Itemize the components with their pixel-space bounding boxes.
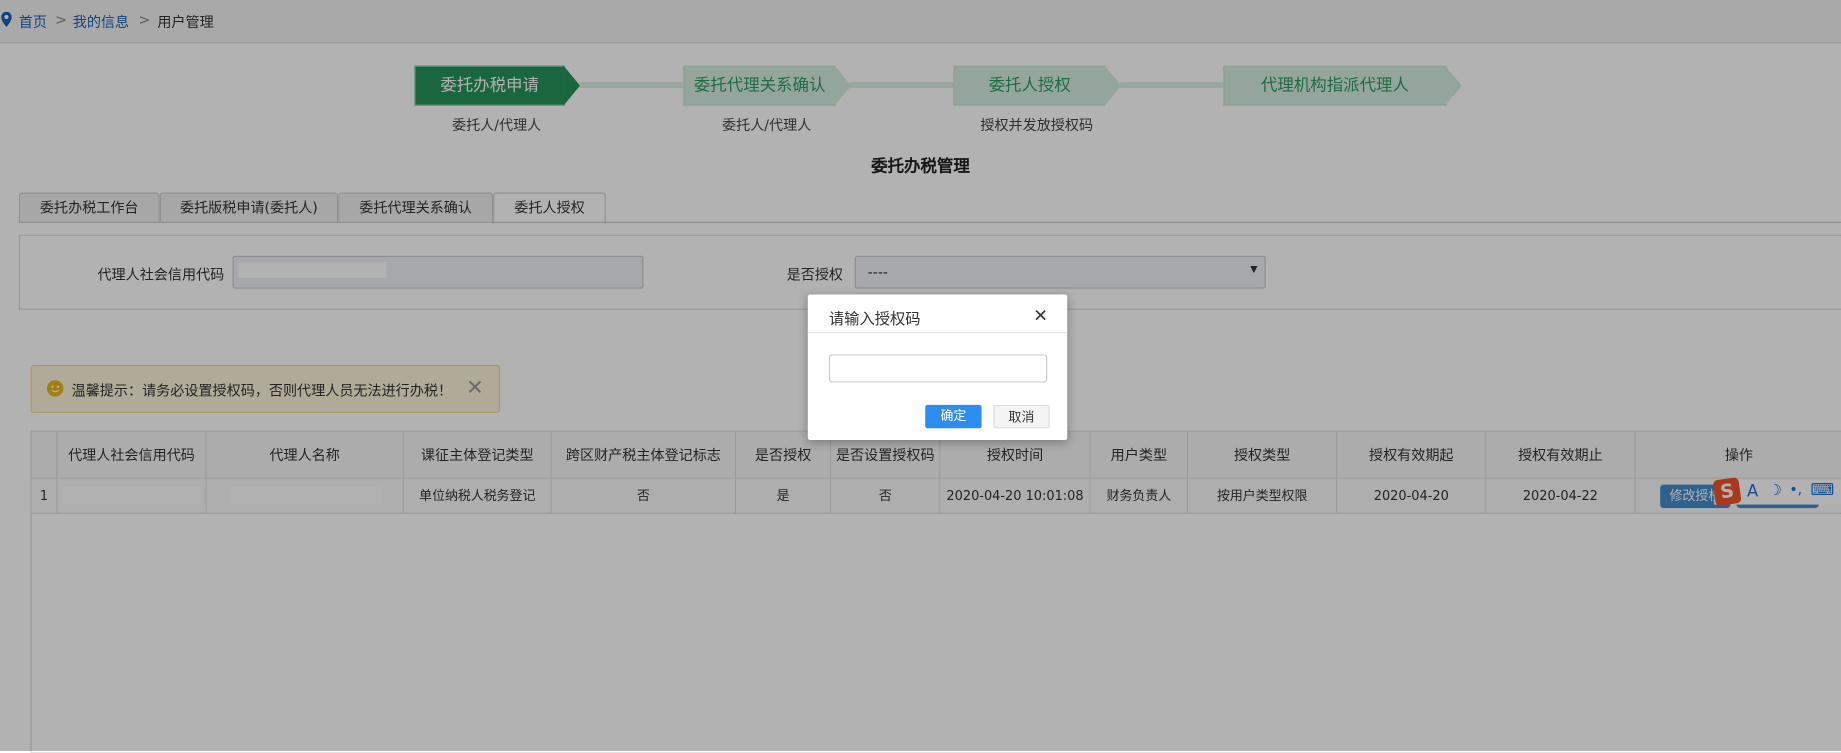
auth-code-input[interactable] — [828, 354, 1048, 383]
confirm-button[interactable]: 确定 — [925, 404, 982, 429]
cancel-button[interactable]: 取消 — [993, 404, 1050, 429]
auth-code-dialog: 请输入授权码 ✕ 确定 取消 — [807, 294, 1068, 441]
dialog-title: 请输入授权码 — [828, 310, 921, 329]
close-icon[interactable]: ✕ — [1033, 305, 1048, 326]
dialog-divider — [807, 332, 1068, 334]
